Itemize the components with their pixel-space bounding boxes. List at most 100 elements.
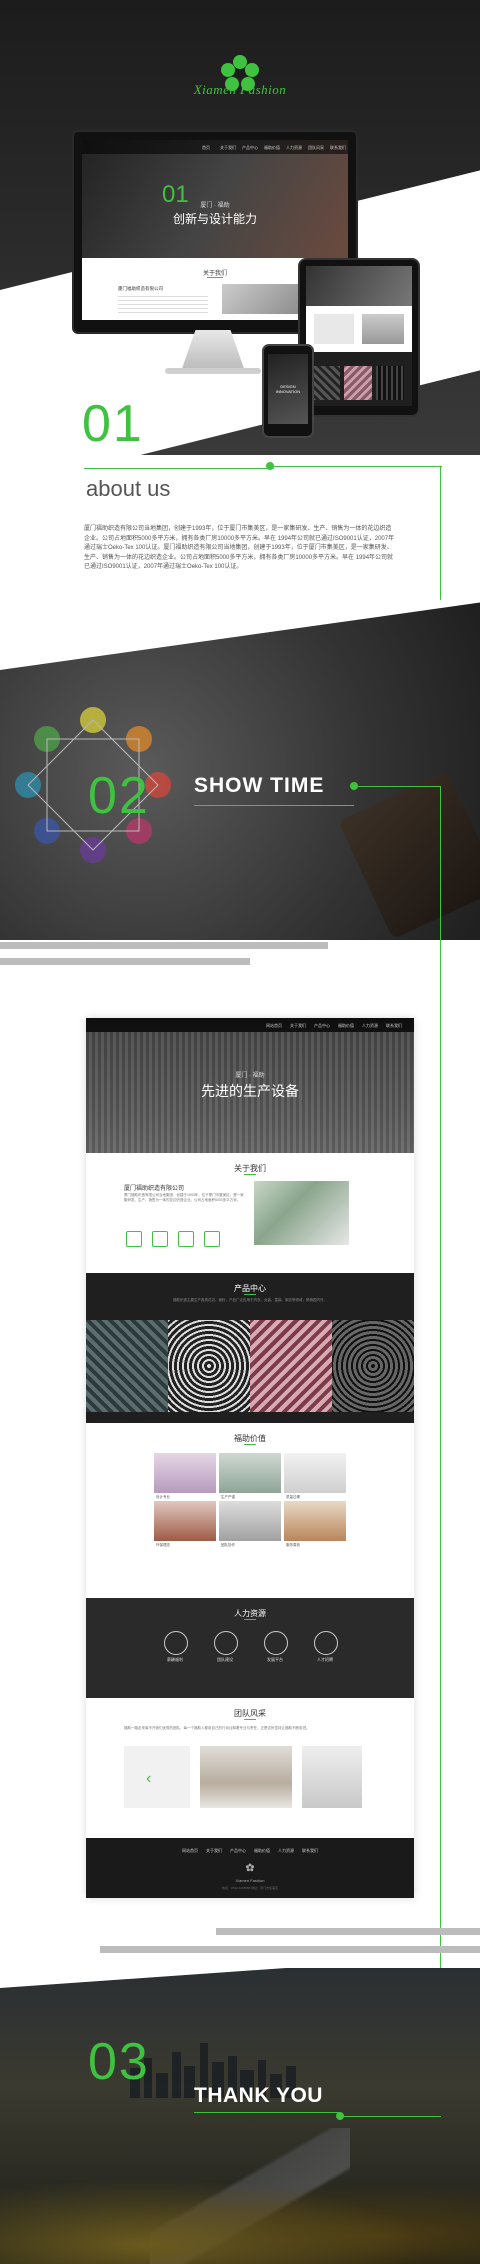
site-about-section: 关于我们 厦门福助织造有限公司 厦门福助织造有限公司当地集团，创建于1993年，… <box>86 1153 414 1273</box>
site-banner-small-text: 厦门 · 福助 <box>235 1073 265 1079</box>
site-company-text: 厦门福助织造有限公司当地集团，创建于1993年，位于厦门市集美区，是一家集研发、… <box>124 1193 244 1202</box>
phone-screen: DESIGN INNOVATION <box>268 354 308 424</box>
heading-underline <box>244 1294 256 1295</box>
grey-decor-bar <box>100 1946 480 1953</box>
wallet-icon[interactable] <box>164 1631 188 1655</box>
value-label: 服务周到 <box>286 1543 300 1547</box>
product-lace-image[interactable] <box>168 1320 250 1412</box>
footer-logo-icon <box>245 1863 255 1872</box>
value-image[interactable] <box>154 1501 216 1541</box>
value-image[interactable] <box>284 1501 346 1541</box>
monitor-nav-item[interactable]: 关于我们 <box>220 145 236 151</box>
monitor-nav-item[interactable]: 产品中心 <box>242 145 258 151</box>
monitor-nav-item[interactable]: 福助价值 <box>264 145 280 151</box>
value-image[interactable] <box>284 1453 346 1493</box>
phone-mockup: DESIGN INNOVATION <box>262 344 314 438</box>
chart-icon[interactable] <box>152 1231 168 1247</box>
value-image[interactable] <box>219 1453 281 1493</box>
showtime-divider <box>194 805 354 806</box>
tablet-product <box>312 366 340 400</box>
section-number: 02 <box>88 767 150 825</box>
monitor-nav-item[interactable]: 联系我们 <box>330 145 346 151</box>
value-image[interactable] <box>154 1453 216 1493</box>
site-team-heading: 团队风采 <box>234 1709 266 1718</box>
site-nav-item[interactable]: 网站首页 <box>266 1023 282 1029</box>
value-label: 质量过硬 <box>286 1495 300 1499</box>
people-icon[interactable] <box>214 1631 238 1655</box>
team-photo-side <box>302 1746 362 1808</box>
monitor-nav-item[interactable]: 首页 <box>202 145 210 151</box>
showtime-title: SHOW TIME <box>194 774 325 797</box>
monitor-text-lines <box>118 296 208 314</box>
tablet-banner <box>306 266 412 306</box>
heading-underline <box>244 1444 256 1445</box>
monitor-nav-item[interactable]: 团队风采 <box>308 145 324 151</box>
value-label: 团队协作 <box>221 1543 235 1547</box>
site-banner: 网站首页 关于我们 产品中心 福助价值 人力资源 联系我们 厦门 · 福助 先进… <box>86 1018 414 1153</box>
site-nav-item[interactable]: 福助价值 <box>338 1023 354 1029</box>
site-hr-section: 人力资源 薪酬福利 团队建设 发展平台 人才招聘 <box>86 1598 414 1698</box>
value-image[interactable] <box>219 1501 281 1541</box>
monitor-banner-spacer <box>90 170 160 171</box>
site-footer: 网站首页 关于我们 产品中心 福助价值 人力资源 联系我们 Xiamen Fas… <box>86 1838 414 1898</box>
footer-nav-item[interactable]: 人力资源 <box>278 1848 294 1854</box>
team-photo-side <box>124 1746 190 1808</box>
site-value-section: 福助价值 设计专业 生产严谨 质量过硬 环保理念 团队协作 服务周到 <box>86 1423 414 1598</box>
connector-dot <box>336 2112 344 2120</box>
team-photo[interactable] <box>200 1746 292 1808</box>
product-lace-image[interactable] <box>332 1320 414 1412</box>
footer-nav-item[interactable]: 网站首页 <box>182 1848 198 1854</box>
connector-line <box>354 786 440 787</box>
site-nav-item[interactable]: 人力资源 <box>362 1023 378 1029</box>
site-value-heading: 福助价值 <box>234 1434 266 1443</box>
send-icon[interactable] <box>264 1631 288 1655</box>
site-nav-item[interactable]: 关于我们 <box>290 1023 306 1029</box>
about-divider <box>84 468 274 469</box>
thankyou-white-diagonal <box>0 1968 480 1988</box>
footer-nav-item[interactable]: 联系我们 <box>302 1848 318 1854</box>
site-team-text: 福助一路走来离不开我们优秀的团队，每一个福助人都用自己的行动诠释着专业与责任，正… <box>124 1726 310 1730</box>
site-nav-item[interactable]: 产品中心 <box>314 1023 330 1029</box>
chevron-left-icon[interactable]: ‹ <box>146 1770 151 1788</box>
monitor-about-underline <box>207 277 223 278</box>
monitor-nav-item[interactable]: 人力资源 <box>286 145 302 151</box>
brand-name: Xiamen Fashion <box>193 82 287 97</box>
tablet-tile <box>362 314 404 344</box>
connector-dot <box>350 782 358 790</box>
value-label: 生产严谨 <box>221 1495 235 1499</box>
connector-line <box>440 786 441 2116</box>
footer-nav-item[interactable]: 福助价值 <box>254 1848 270 1854</box>
factory-icon[interactable] <box>204 1231 220 1247</box>
about-paragraph: 厦门福助织造有限公司当地集团，创建于1993年，位于厦门市集美区，是一家集研发、… <box>84 526 395 570</box>
hr-label: 发展平台 <box>267 1657 283 1662</box>
product-lace-image[interactable] <box>86 1320 168 1412</box>
site-nav-item[interactable]: 联系我们 <box>386 1023 402 1029</box>
thankyou-title: THANK YOU <box>194 2084 323 2107</box>
tablet-product <box>344 366 372 400</box>
site-nav-bar: 网站首页 关于我们 产品中心 福助价值 人力资源 联系我们 <box>86 1018 414 1032</box>
autumn-trees-image <box>0 2168 480 2264</box>
footer-nav-item[interactable]: 关于我们 <box>206 1848 222 1854</box>
monitor-banner-small-text: 厦门 · 福助 <box>200 203 230 209</box>
monitor-about-image <box>222 284 308 314</box>
section-number: 01 <box>82 395 144 453</box>
phone-caption: DESIGN INNOVATION <box>275 384 301 394</box>
footer-nav-item[interactable]: 产品中心 <box>230 1848 246 1854</box>
grey-decor-bar <box>0 958 250 965</box>
site-banner-title: 先进的生产设备 <box>201 1083 299 1099</box>
value-label: 设计专业 <box>156 1495 170 1499</box>
site-company-name: 厦门福助织造有限公司 <box>124 1186 185 1192</box>
about-title: about us <box>86 476 171 501</box>
heading-underline <box>244 1174 256 1175</box>
product-lace-image[interactable] <box>250 1320 332 1412</box>
team-icon[interactable] <box>178 1231 194 1247</box>
monitor-base <box>165 368 261 374</box>
tablet-screen <box>306 266 412 406</box>
showtime-white-diagonal <box>0 600 480 670</box>
connector-line <box>270 466 442 467</box>
home-icon[interactable] <box>126 1231 142 1247</box>
graduation-icon[interactable] <box>314 1631 338 1655</box>
monitor-banner-title: 创新与设计能力 <box>172 212 257 226</box>
site-products-text: 福助织造主要生产各类花边、面料，产品广泛应用于内衣、女装、童装、家纺等领域，畅销… <box>173 1298 327 1302</box>
site-about-heading: 关于我们 <box>234 1164 266 1173</box>
